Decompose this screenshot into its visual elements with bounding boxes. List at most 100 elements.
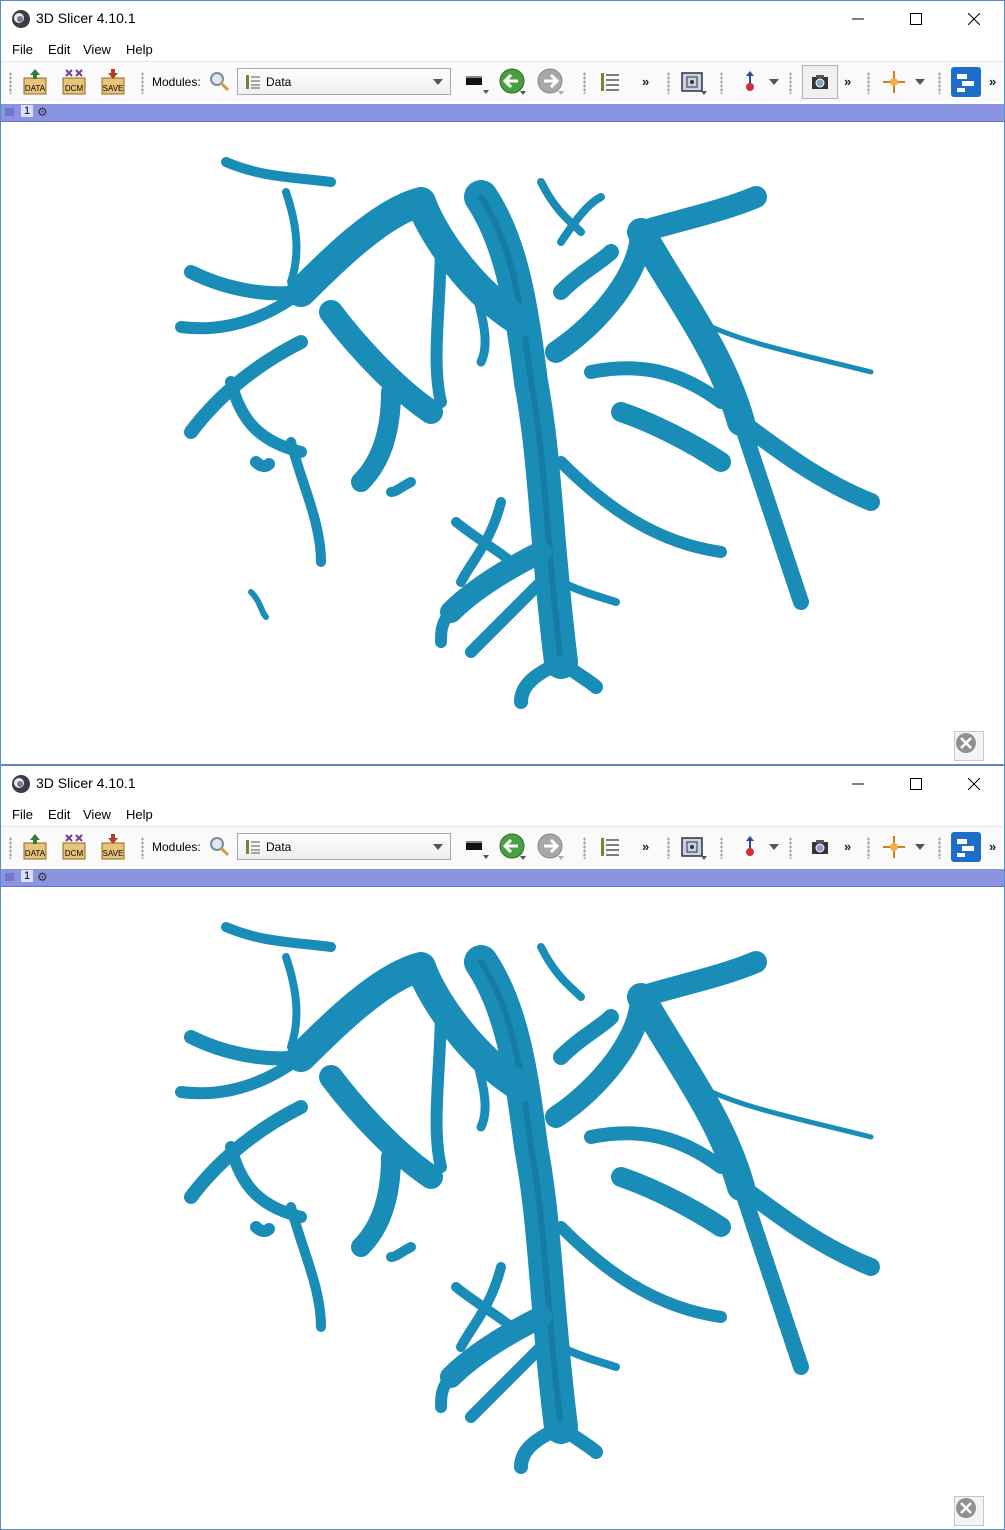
more-modules-button[interactable]: » — [642, 74, 649, 89]
toolbar-grip[interactable] — [789, 837, 792, 859]
toolbar-grip[interactable] — [141, 72, 144, 94]
toolbar-grip[interactable] — [667, 72, 670, 94]
slicer-window-1: 3D Slicer 4.10.1 File Edit View Help DAT… — [0, 0, 1005, 765]
module-selector[interactable]: Data — [237, 68, 451, 95]
title-bar: 3D Slicer 4.10.1 — [1, 1, 1004, 37]
crosshair-icon[interactable] — [880, 833, 908, 861]
minimize-button[interactable] — [829, 1, 887, 37]
minimize-button[interactable] — [829, 766, 887, 802]
toolbar-grip[interactable] — [938, 72, 941, 94]
close-button[interactable] — [945, 1, 1003, 37]
toolbar-grip[interactable] — [789, 72, 792, 94]
menu-help[interactable]: Help — [126, 807, 153, 822]
chevron-down-icon[interactable] — [915, 79, 925, 86]
toolbar-grip[interactable] — [867, 837, 870, 859]
svg-text:SAVE: SAVE — [103, 849, 124, 858]
menu-help[interactable]: Help — [126, 42, 153, 57]
search-icon[interactable] — [208, 70, 230, 92]
layout-icon[interactable] — [463, 833, 491, 861]
close-button[interactable] — [945, 766, 1003, 802]
close-view-button[interactable] — [954, 1496, 984, 1526]
maximize-icon — [910, 778, 922, 790]
toolbar-grip[interactable] — [583, 837, 586, 859]
screenshot-button[interactable] — [802, 830, 838, 864]
vessel-model-render — [175, 157, 880, 709]
more-modules-button[interactable]: » — [642, 839, 649, 854]
toolbar-grip[interactable] — [720, 72, 723, 94]
maximize-button[interactable] — [887, 766, 945, 802]
dicom-icon[interactable]: DCM — [60, 833, 88, 861]
save-icon[interactable]: SAVE — [99, 68, 127, 96]
minimize-icon — [852, 783, 864, 785]
extension-manager-icon[interactable] — [951, 832, 981, 862]
menu-view[interactable]: View — [83, 807, 111, 822]
mouse-mode-icon[interactable] — [736, 833, 764, 861]
vessel-tree-1 — [175, 157, 880, 709]
extension-manager-icon[interactable] — [951, 67, 981, 97]
menu-file[interactable]: File — [12, 807, 33, 822]
toolbar-grip[interactable] — [938, 837, 941, 859]
3d-view[interactable] — [1, 122, 1004, 764]
module-selected-value: Data — [266, 75, 292, 89]
toolbar-grip[interactable] — [141, 837, 144, 859]
screenshot-button[interactable] — [802, 65, 838, 99]
close-view-button[interactable] — [954, 731, 984, 761]
toolbar-grip[interactable] — [583, 72, 586, 94]
model-tree-icon[interactable] — [597, 68, 625, 96]
menu-bar: File Edit View Help — [1, 37, 1004, 62]
menu-file[interactable]: File — [12, 42, 33, 57]
vessel-tree-2 — [175, 922, 880, 1474]
toolbar-grip[interactable] — [667, 837, 670, 859]
pin-icon[interactable] — [5, 108, 14, 116]
toolbar-grip[interactable] — [867, 72, 870, 94]
modules-label: Modules: — [152, 840, 201, 854]
close-view-icon — [956, 1498, 976, 1518]
save-icon[interactable]: SAVE — [99, 833, 127, 861]
gear-icon[interactable]: ⚙ — [37, 105, 48, 119]
model-tree-icon[interactable] — [597, 833, 625, 861]
title-bar: 3D Slicer 4.10.1 — [1, 766, 1004, 802]
menu-bar: File Edit View Help — [1, 802, 1004, 827]
view-controller-bar: 1 ⚙ — [1, 869, 1004, 887]
data-load-icon[interactable]: DATA — [21, 833, 49, 861]
pin-icon[interactable] — [5, 873, 14, 881]
chevron-down-icon[interactable] — [769, 79, 779, 86]
maximize-button[interactable] — [887, 1, 945, 37]
svg-text:SAVE: SAVE — [103, 84, 124, 93]
svg-text:DATA: DATA — [25, 84, 46, 93]
layout-icon[interactable] — [463, 68, 491, 96]
window-title: 3D Slicer 4.10.1 — [36, 775, 136, 791]
search-icon[interactable] — [208, 835, 230, 857]
menu-edit[interactable]: Edit — [48, 42, 70, 57]
mouse-mode-icon[interactable] — [736, 68, 764, 96]
crosshair-icon[interactable] — [880, 68, 908, 96]
chevron-down-icon[interactable] — [915, 844, 925, 851]
toolbar-grip[interactable] — [9, 72, 12, 94]
toolbar-grip[interactable] — [720, 837, 723, 859]
more-tools-button[interactable]: » — [844, 74, 851, 89]
dicom-icon[interactable]: DCM — [60, 68, 88, 96]
back-arrow-icon[interactable] — [498, 68, 526, 96]
view-number-label: 1 — [21, 105, 34, 117]
more-extensions-button[interactable]: » — [989, 839, 996, 854]
gear-icon[interactable]: ⚙ — [37, 870, 48, 884]
view-layout-icon[interactable] — [679, 68, 707, 96]
view-layout-icon[interactable] — [679, 833, 707, 861]
close-view-icon — [956, 733, 976, 753]
more-tools-button[interactable]: » — [844, 839, 851, 854]
module-selector[interactable]: Data — [237, 833, 451, 860]
toolbar-grip[interactable] — [9, 837, 12, 859]
3d-view[interactable] — [1, 887, 1004, 1529]
data-load-icon[interactable]: DATA — [21, 68, 49, 96]
main-toolbar: DATA DCM SAVE Modules: Data » » » — [1, 62, 1004, 102]
view-number-label: 1 — [21, 870, 34, 882]
forward-arrow-icon[interactable] — [536, 833, 564, 861]
maximize-icon — [910, 13, 922, 25]
forward-arrow-icon[interactable] — [536, 68, 564, 96]
menu-edit[interactable]: Edit — [48, 807, 70, 822]
back-arrow-icon[interactable] — [498, 833, 526, 861]
more-extensions-button[interactable]: » — [989, 74, 996, 89]
chevron-down-icon[interactable] — [769, 844, 779, 851]
menu-view[interactable]: View — [83, 42, 111, 57]
module-list-icon — [246, 75, 260, 89]
